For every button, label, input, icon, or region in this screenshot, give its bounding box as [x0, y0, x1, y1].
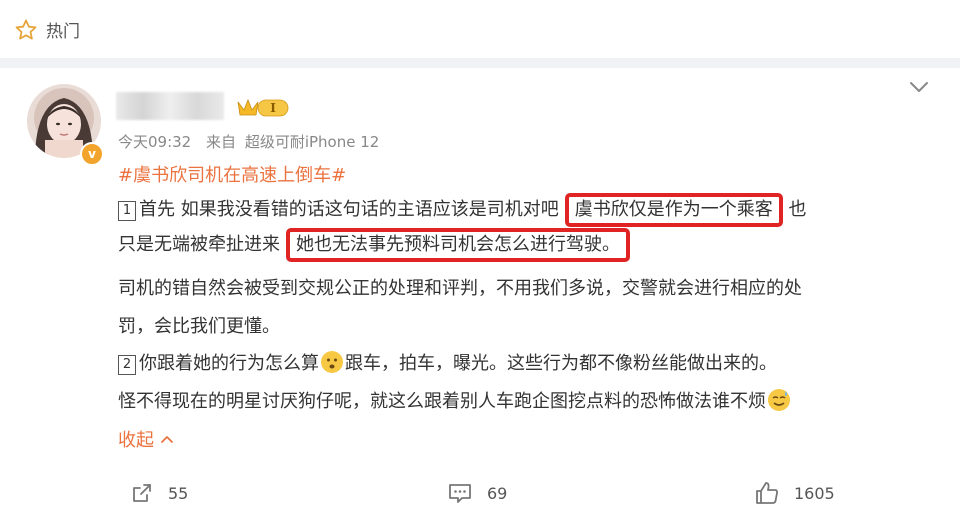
share-button[interactable]: 55 — [130, 478, 188, 508]
section-divider — [0, 58, 960, 68]
post-text-line-5: 2 你跟着她的行为怎么算 跟车，拍车，曝光。这些行为都不像粉丝能做出来的。 — [118, 349, 777, 375]
post-source[interactable]: 超级可耐iPhone 12 — [245, 133, 380, 151]
weibo-post-card: v I 今天09:32 来自 超级可耐iPhone 12 #虞书欣司机在高速上倒… — [0, 68, 960, 515]
page-title: 热门 — [46, 22, 80, 42]
post-meta: 今天09:32 来自 超级可耐iPhone 12 — [118, 131, 389, 152]
username-blurred[interactable] — [116, 92, 224, 120]
top-bar: 热门 — [0, 0, 960, 58]
post-action-bar: 55 69 1605 — [0, 478, 960, 508]
post-text-line-6: 怪不得现在的明星讨厌狗仔呢，就这么跟着别人车跑企图挖点料的恐怖做法谁不烦 — [118, 387, 792, 413]
topic-hashtag[interactable]: #虞书欣司机在高速上倒车# — [118, 161, 346, 187]
collapse-link[interactable]: 收起 — [118, 426, 174, 452]
post-text-line-4: 罚，会比我们更懂。 — [118, 316, 280, 337]
thumbs-up-icon — [756, 482, 778, 504]
verified-badge-icon: v — [80, 142, 104, 166]
post-text-line-1: 1 首先 如果我没看错的话这句话的主语应该是司机对吧 虞书欣仅是作为一个乘客 也 — [118, 193, 806, 227]
post-text: 你跟着她的行为怎么算 — [139, 353, 319, 374]
post-text: 也 — [788, 199, 807, 220]
post-text-line-2: 只是无端被牵扯进来 她也无法事先预料司机会怎么进行驾驶。 — [118, 228, 630, 262]
vip-level: I — [270, 101, 276, 115]
number-box-icon: 2 — [118, 355, 136, 375]
comment-button[interactable]: 69 — [447, 478, 507, 508]
post-text: 只是无端被牵扯进来 — [118, 234, 280, 255]
comment-icon — [449, 484, 471, 503]
number-box-icon: 1 — [118, 201, 136, 221]
like-count: 1605 — [794, 483, 835, 503]
post-text-line-3: 司机的错自然会被受到交规公正的处理和评判，不用我们多说，交警就会进行相应的处 — [118, 278, 802, 299]
star-outline-icon — [15, 19, 37, 40]
thinking-emoji-icon — [321, 351, 343, 373]
like-button[interactable]: 1605 — [754, 478, 835, 508]
sweat-emoji-icon — [768, 389, 790, 411]
share-count: 55 — [168, 483, 189, 503]
chevron-down-icon[interactable] — [908, 80, 930, 94]
collapse-label: 收起 — [118, 430, 154, 451]
highlight-box: 她也无法事先预料司机会怎么进行驾驶。 — [286, 228, 630, 262]
post-text: 首先 如果我没看错的话这句话的主语应该是司机对吧 — [139, 199, 559, 220]
source-prefix: 来自 — [206, 133, 237, 151]
post-text: 怪不得现在的明星讨厌狗仔呢，就这么跟着别人车跑企图挖点料的恐怖做法谁不烦 — [118, 391, 766, 412]
share-icon — [133, 484, 151, 502]
chevron-up-icon — [160, 436, 173, 443]
highlight-box: 虞书欣仅是作为一个乘客 — [564, 193, 783, 227]
post-text: 跟车，拍车，曝光。这些行为都不像粉丝能做出来的。 — [345, 353, 777, 374]
comment-count: 69 — [487, 483, 508, 503]
post-time: 今天09:32 — [118, 133, 192, 151]
vip-level-badge: I — [237, 98, 289, 117]
